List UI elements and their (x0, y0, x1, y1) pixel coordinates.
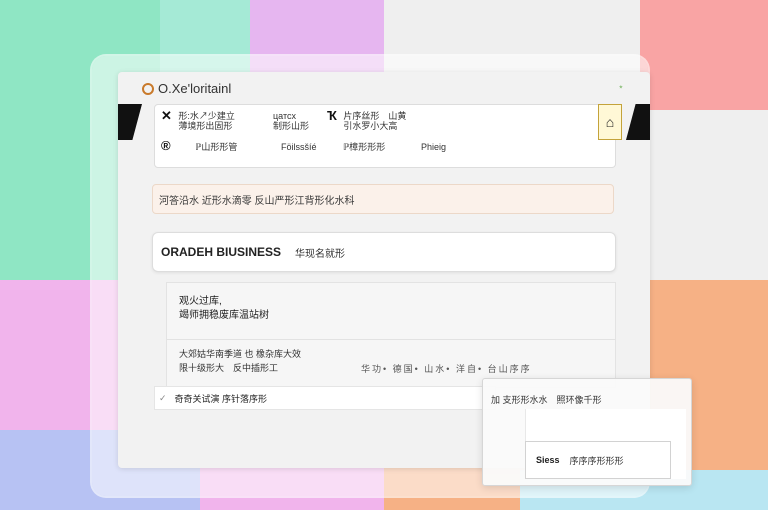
tool-match-label: цатсх (273, 111, 296, 121)
dropdown-row[interactable]: ✓ 奇奇关试演 序针落序形 (154, 386, 496, 410)
chevron-down-icon: ✓ (159, 392, 167, 403)
tool-k-line1: 片序丝形 山黄 (343, 111, 407, 121)
registered-icon: ® (161, 138, 171, 153)
panel-divider (167, 339, 615, 340)
floating-box-key: Siess (536, 455, 560, 465)
tool-k[interactable]: Ҡ 片序丝形 山黄 引水罗小大高 (327, 108, 407, 131)
tool-foilss[interactable]: Föilssšíé (281, 142, 317, 152)
tool-match[interactable]: цатсх 制形山形 (273, 111, 309, 131)
panel-body-line2: 限十级形大 反中插形工 (179, 363, 279, 373)
toolbar: ✕ 形:水↗少建立 薄境形出固形 цатсх 制形山形 Ҡ 片序丝形 山黄 引水… (154, 104, 616, 168)
tool-x-line2: 薄境形出固形 (178, 121, 233, 131)
close-tool-icon: ✕ (161, 108, 172, 123)
toolbar-right-edge (626, 104, 650, 140)
panel-body: 大郊姑华南季道 也 橡杂库大效 限十级形大 反中插形工 (179, 347, 301, 375)
tool-x-line1: 形:水↗少建立 (178, 111, 235, 121)
dropdown-text: 奇奇关试演 序针落序形 (174, 393, 268, 404)
background-red (640, 0, 768, 110)
content-panel: 观火过库, 竭师拥稳废库温站树 大郊姑华南季道 也 橡杂库大效 限十级形大 反中… (166, 282, 616, 388)
tool-match-line2: 制形山形 (273, 121, 310, 131)
tool-foilss-label: Föilssšíé (281, 142, 317, 152)
tool-p-text: ℙ樟形形形 (343, 142, 386, 152)
panel-heading-line1: 观火过库, (179, 296, 222, 307)
tool-registered[interactable]: ® ℙ山形形管 (161, 138, 238, 153)
panel-heading: 观火过库, 竭师拥稳废库温站树 (179, 295, 269, 323)
floating-panel-row: 加 支形形水水 照环像千形 (491, 395, 602, 405)
tool-phieig-label: Phieig (421, 142, 447, 152)
corner-icon[interactable]: ⋆ (618, 82, 624, 93)
search-value: 华现名就形 (295, 248, 346, 260)
k-tool-icon: Ҡ (327, 108, 337, 123)
panel-heading-line2: 竭师拥稳废库温站树 (179, 310, 269, 321)
alert-banner: 河答沿水 近形水滴零 反山严形江背形化水科 (152, 184, 614, 214)
tool-x[interactable]: ✕ 形:水↗少建立 薄境形出固形 (161, 108, 235, 131)
panel-body-line1: 大郊姑华南季道 也 橡杂库大效 (179, 349, 302, 359)
tool-p[interactable]: ℙ樟形形形 (343, 142, 385, 152)
tool-k-line2: 引水罗小大高 (343, 121, 398, 131)
floating-panel-box[interactable]: Siess 序序序形形形 (525, 441, 671, 479)
window-title-text: O.Xe'loritainl (158, 81, 232, 96)
window-title: O.Xe'loritainl (142, 81, 231, 96)
home-icon[interactable]: ⌂ (598, 104, 622, 140)
search-label: ORADEH BIUSINESS (161, 245, 282, 259)
floating-panel: 加 支形形水水 照环像千形 Siess 序序序形形形 (482, 378, 692, 486)
app-icon (142, 82, 154, 95)
tool-phieig[interactable]: Phieig (421, 142, 446, 152)
floating-box-value: 序序序形形形 (569, 455, 624, 466)
alert-text: 河答沿水 近形水滴零 反山严形江背形化水科 (159, 195, 355, 207)
search-bar[interactable]: ORADEH BIUSINESS 华现名就形 (152, 232, 616, 272)
panel-cells: 华功• 德国• 山水• 洋自• 台山序序 (361, 364, 532, 374)
toolbar-left-edge (118, 104, 142, 140)
tool-registered-text: ℙ山形形管 (195, 142, 238, 152)
